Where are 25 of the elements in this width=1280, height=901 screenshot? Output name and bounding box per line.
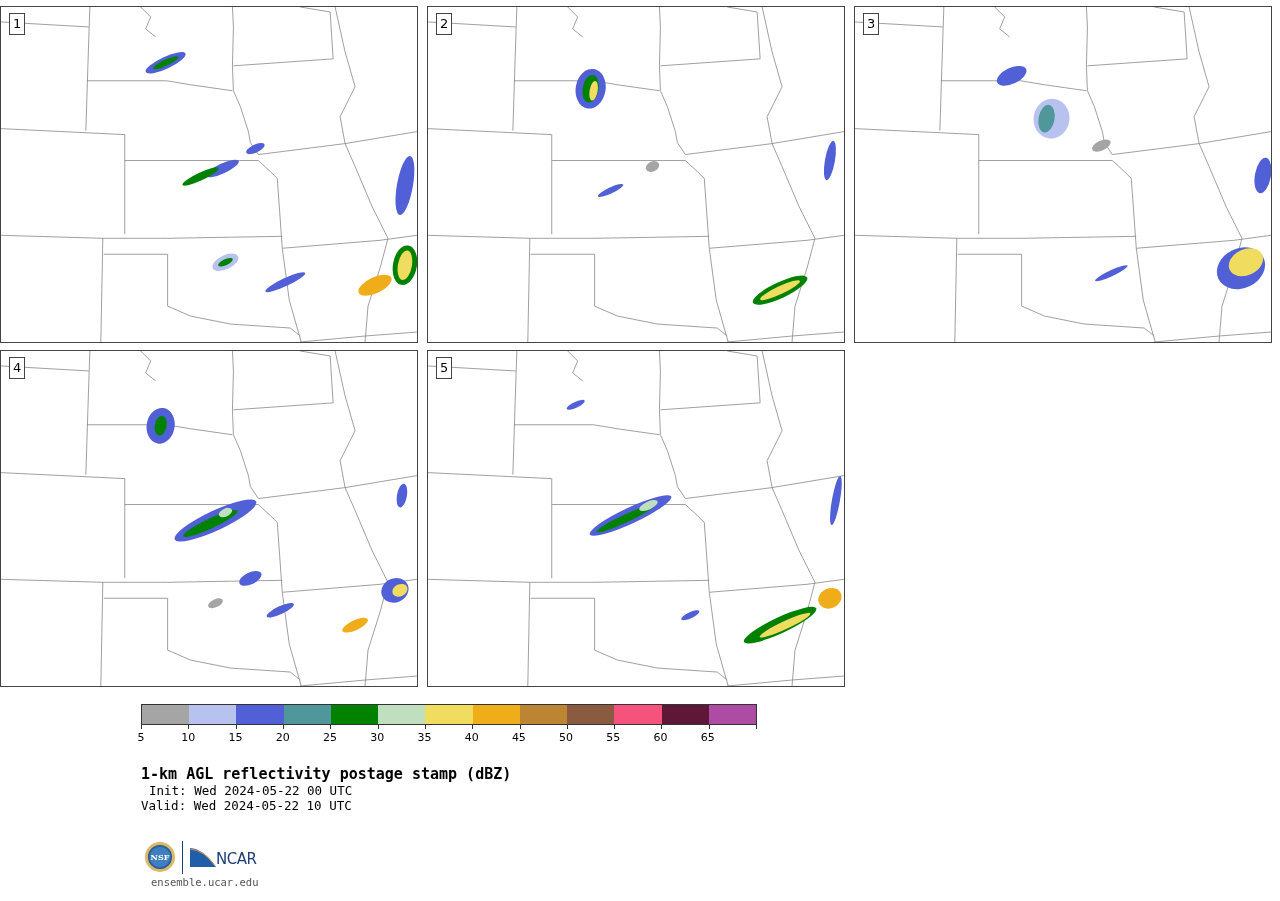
tick-label: 45: [511, 731, 526, 744]
tick-label: 60: [653, 731, 668, 744]
tick-label: 50: [559, 731, 574, 744]
tick-label: 10: [181, 731, 196, 744]
valid-time: Valid: Wed 2024-05-22 10 UTC: [141, 798, 352, 813]
ncar-logo-text: NCAR: [216, 851, 257, 867]
tick-label: 65: [700, 731, 715, 744]
tick-label: 15: [228, 731, 243, 744]
tick-label: 30: [370, 731, 385, 744]
tick-label: 55: [606, 731, 621, 744]
member-label: 1: [9, 13, 26, 35]
swoosh-icon: [190, 847, 216, 867]
member-label: 4: [9, 357, 26, 379]
member-label: 5: [436, 357, 453, 379]
tick-label: 5: [137, 731, 145, 744]
tick-label: 25: [322, 731, 337, 744]
init-time: Init: Wed 2024-05-22 00 UTC: [149, 783, 353, 798]
member-label: 2: [436, 13, 453, 35]
nsf-logo: NSF: [145, 842, 175, 872]
tick-label: 20: [275, 731, 290, 744]
member-label: 3: [863, 13, 880, 35]
tick-label: 40: [464, 731, 479, 744]
site-url: ensemble.ucar.edu: [151, 876, 259, 888]
chart-title: 1-km AGL reflectivity postage stamp (dBZ): [141, 766, 512, 783]
tick-label: 35: [417, 731, 432, 744]
